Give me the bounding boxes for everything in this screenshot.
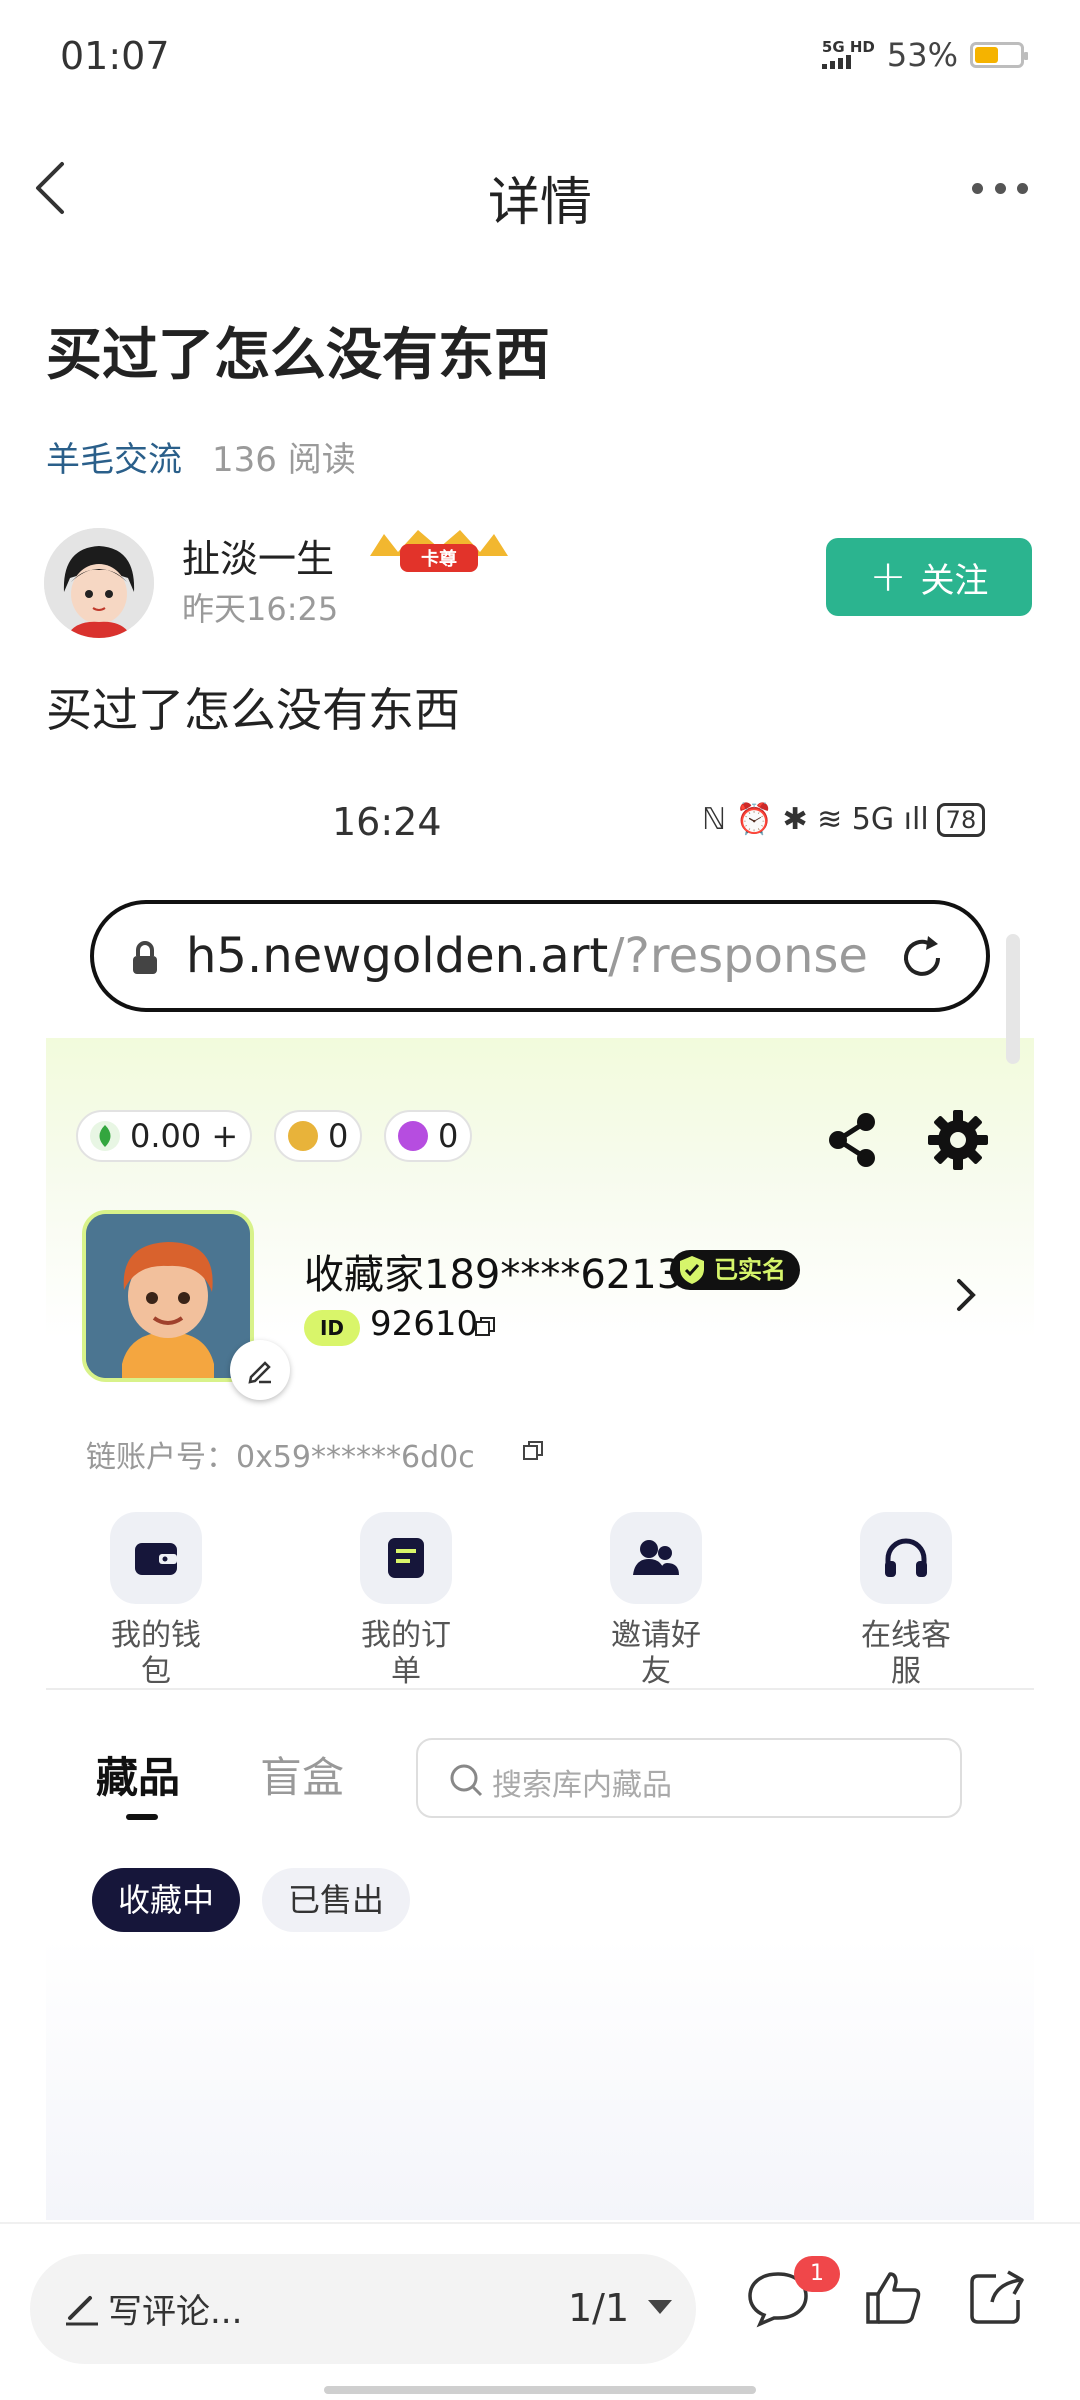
post-title: 买过了怎么没有东西 bbox=[46, 323, 550, 388]
settings-gear-icon[interactable] bbox=[926, 1108, 990, 1172]
url-text: h5.newgolden.art/?response= bbox=[186, 928, 866, 984]
bottom-action-bar: 写评论... 1/1 1 bbox=[0, 2222, 1080, 2400]
crown-badge-icon: 卡尊 bbox=[370, 530, 508, 572]
profile-avatar[interactable] bbox=[82, 1210, 254, 1382]
battery-percent: 53% bbox=[886, 36, 958, 74]
more-options-icon[interactable] bbox=[972, 180, 1028, 196]
wallet-icon bbox=[110, 1512, 202, 1604]
menu-support[interactable]: 在线客服 bbox=[836, 1512, 976, 1690]
cartoon-avatar-image bbox=[86, 1214, 250, 1378]
embedded-status-icons: ℕ ⏰ ✱ ≋ 5G ıll 78 bbox=[702, 802, 986, 837]
menu-wallet[interactable]: 我的钱包 bbox=[86, 1512, 226, 1690]
tab-blind-box[interactable]: 盲盒 bbox=[260, 1744, 344, 1805]
id-value: 92610 bbox=[370, 1304, 479, 1344]
search-icon bbox=[450, 1764, 483, 1797]
embedded-status-time: 16:24 bbox=[332, 800, 442, 844]
search-placeholder: 搜索库内藏品 bbox=[492, 1768, 672, 1803]
friends-icon bbox=[610, 1512, 702, 1604]
leaf-coin-icon bbox=[90, 1121, 120, 1151]
topic-link[interactable]: 羊毛交流 bbox=[46, 432, 182, 481]
headset-icon bbox=[860, 1512, 952, 1604]
status-bar: 01:07 5G HD 53% bbox=[0, 0, 1080, 110]
app-profile-area: 0.00 + 0 0 收藏家189****6213 已实名 ID 92610 链… bbox=[46, 1038, 1034, 2220]
verified-badge: 已实名 bbox=[670, 1250, 800, 1290]
balance-gem[interactable]: 0 bbox=[384, 1110, 473, 1162]
follow-label: 关注 bbox=[920, 560, 989, 601]
edit-avatar-button[interactable] bbox=[230, 1340, 290, 1400]
status-time: 01:07 bbox=[60, 34, 170, 78]
menu-invite[interactable]: 邀请好友 bbox=[586, 1512, 726, 1690]
svg-text:卡尊: 卡尊 bbox=[421, 548, 457, 570]
balance-leaf[interactable]: 0.00 + bbox=[76, 1110, 253, 1162]
comment-placeholder: 写评论... bbox=[108, 2292, 243, 2332]
status-indicators: 5G HD 53% bbox=[821, 36, 1028, 74]
plus-icon: + bbox=[869, 551, 907, 602]
signal-icon bbox=[821, 54, 851, 69]
chain-account: 链账户号：0x59******6d0c bbox=[86, 1440, 475, 1475]
home-indicator[interactable] bbox=[324, 2386, 756, 2394]
order-icon bbox=[360, 1512, 452, 1604]
follow-button[interactable]: + 关注 bbox=[826, 538, 1032, 616]
url-bar[interactable]: h5.newgolden.art/?response= bbox=[90, 900, 990, 1012]
page-title: 详情 bbox=[487, 173, 592, 233]
chevron-right-icon[interactable] bbox=[954, 1276, 978, 1314]
copy-id-icon[interactable] bbox=[474, 1316, 496, 1338]
id-badge: ID bbox=[304, 1310, 360, 1346]
reload-icon[interactable] bbox=[894, 930, 950, 986]
scrollbar-thumb[interactable] bbox=[1006, 934, 1020, 1064]
post-meta: 羊毛交流 136 阅读 bbox=[46, 432, 356, 481]
menu-orders[interactable]: 我的订单 bbox=[336, 1512, 476, 1690]
nav-header: 详情 bbox=[0, 130, 1080, 250]
balance-gold[interactable]: 0 bbox=[274, 1110, 363, 1162]
post-body: 买过了怎么没有东西 bbox=[46, 683, 460, 737]
filter-sold[interactable]: 已售出 bbox=[262, 1868, 411, 1932]
read-count: 136 阅读 bbox=[212, 440, 356, 480]
author-name[interactable]: 扯淡一生 bbox=[182, 528, 334, 583]
share-icon[interactable] bbox=[824, 1110, 880, 1170]
caret-down-icon[interactable] bbox=[648, 2300, 672, 2316]
filter-collecting[interactable]: 收藏中 bbox=[92, 1868, 241, 1932]
shield-check-icon bbox=[680, 1256, 704, 1284]
battery-icon bbox=[970, 42, 1028, 68]
comment-count-badge: 1 bbox=[794, 2256, 840, 2292]
network-indicator: 5G HD bbox=[821, 39, 875, 72]
copy-chain-icon[interactable] bbox=[522, 1440, 544, 1462]
tab-underline bbox=[126, 1814, 158, 1820]
avatar-image bbox=[44, 528, 154, 638]
lock-icon bbox=[133, 941, 157, 974]
collection-search-input[interactable]: 搜索库内藏品 bbox=[416, 1738, 962, 1818]
app-username: 收藏家189****6213 bbox=[304, 1252, 683, 1298]
gold-coin-icon bbox=[288, 1121, 318, 1151]
gem-icon bbox=[398, 1121, 428, 1151]
pencil-edit-icon bbox=[248, 1361, 271, 1384]
embedded-screenshot[interactable]: 16:24 ℕ ⏰ ✱ ≋ 5G ıll 78 h5.newgolden.art… bbox=[46, 760, 1034, 2220]
post-time: 昨天16:25 bbox=[182, 590, 339, 628]
page-indicator[interactable]: 1/1 bbox=[568, 2286, 629, 2330]
embedded-battery: 78 bbox=[936, 802, 986, 837]
share-post-icon[interactable] bbox=[966, 2266, 1028, 2328]
thumbs-up-icon[interactable] bbox=[862, 2266, 924, 2328]
pencil-icon bbox=[66, 2296, 98, 2326]
comment-input[interactable]: 写评论... 1/1 bbox=[30, 2254, 696, 2364]
tab-collections[interactable]: 藏品 bbox=[96, 1744, 180, 1805]
author-avatar[interactable] bbox=[44, 528, 154, 638]
divider bbox=[46, 1688, 1034, 1690]
battery-fill bbox=[975, 47, 998, 63]
